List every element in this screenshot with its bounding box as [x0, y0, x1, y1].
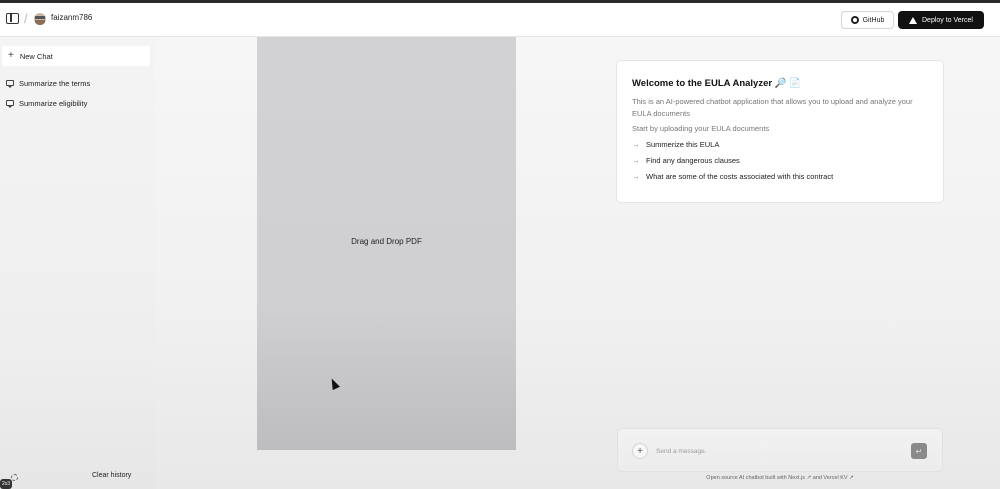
corner-badge: 2x3 [0, 479, 12, 489]
welcome-title-text: Welcome to the EULA Analyzer [632, 78, 773, 89]
github-icon [850, 16, 859, 24]
breadcrumb-separator: / [24, 11, 28, 26]
plus-icon: + [8, 50, 14, 61]
message-composer: + ↵ [617, 428, 943, 472]
suggestion-label: Find any dangerous clauses [646, 156, 740, 166]
github-button[interactable]: GitHub [841, 11, 894, 29]
sidebar: + New Chat Summarize the terms Summarize… [0, 38, 155, 489]
suggestion-dangerous-clauses[interactable]: → Find any dangerous clauses [632, 156, 928, 165]
avatar[interactable] [34, 13, 46, 25]
footer-note: Open source AI chatbot built with Next.j… [706, 475, 854, 481]
new-chat-label: New Chat [19, 51, 53, 61]
send-icon[interactable]: ↵ [911, 443, 927, 459]
suggestion-label: Summerize this EULA [646, 140, 720, 150]
suggestion-summarize[interactable]: → Summerize this EULA [632, 140, 928, 149]
deploy-button-label: Deploy to Vercel [922, 16, 973, 24]
message-input[interactable] [656, 443, 906, 459]
arrow-right-icon: → [632, 172, 640, 182]
suggestion-label: What are some of the costs associated wi… [646, 172, 834, 182]
username[interactable]: faizanm786 [51, 13, 92, 22]
sidebar-toggle-icon[interactable] [6, 13, 19, 24]
message-bubble-icon [6, 100, 14, 108]
welcome-title: Welcome to the EULA Analyzer 🔎 📄 [632, 78, 928, 89]
github-button-label: GitHub [862, 16, 885, 24]
suggestion-costs[interactable]: → What are some of the costs associated … [632, 172, 928, 181]
app-header: / faizanm786 GitHub Deploy to Vercel [0, 3, 1000, 37]
dropzone-label: Drag and Drop PDF [351, 237, 422, 246]
triangle-icon [909, 16, 917, 24]
welcome-card: Welcome to the EULA Analyzer 🔎 📄 This is… [616, 60, 944, 203]
welcome-description: This is an AI-powered chatbot applicatio… [632, 97, 913, 118]
sidebar-item-label: Summarize eligibility [19, 98, 88, 108]
magnifier-document-icon: 🔎 📄 [774, 78, 802, 89]
clear-history-button[interactable]: Clear history [92, 472, 131, 479]
deploy-button[interactable]: Deploy to Vercel [898, 11, 984, 29]
sidebar-item-summarize-terms[interactable]: Summarize the terms [6, 76, 90, 90]
welcome-start-text: Start by uploading your EULA documents [632, 124, 770, 134]
message-bubble-icon [6, 80, 14, 88]
arrow-right-icon: → [632, 156, 640, 166]
sidebar-item-summarize-eligibility[interactable]: Summarize eligibility [6, 96, 87, 110]
arrow-right-icon: → [632, 140, 640, 150]
pdf-dropzone[interactable]: Drag and Drop PDF [257, 37, 516, 450]
plus-icon[interactable]: + [632, 443, 648, 459]
gear-icon[interactable] [11, 474, 18, 481]
new-chat-button[interactable]: + New Chat [2, 46, 150, 66]
sidebar-item-label: Summarize the terms [19, 78, 91, 88]
